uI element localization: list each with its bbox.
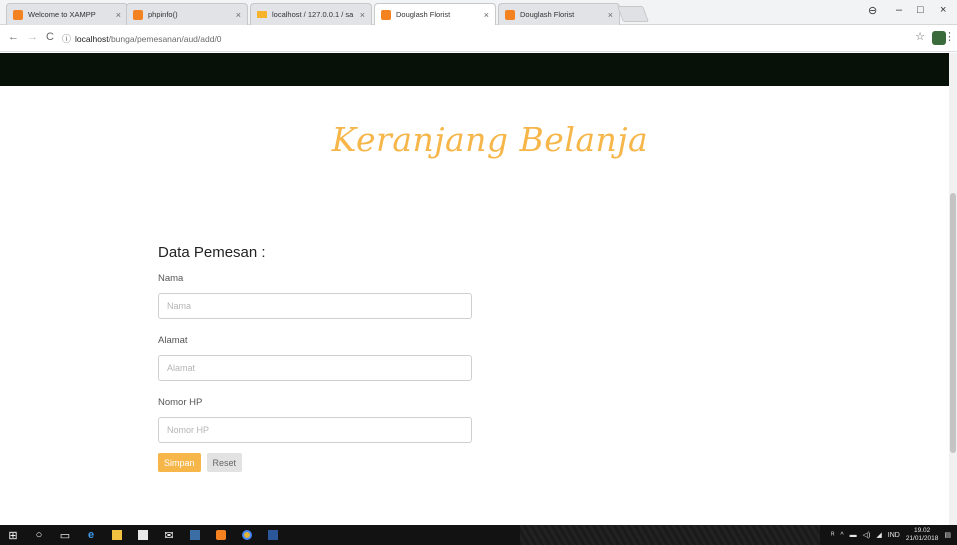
xampp-icon[interactable] (208, 525, 234, 545)
url-host: localhost (75, 33, 109, 44)
tab-title: Douglash Florist (396, 10, 451, 19)
phpmyadmin-favicon-icon (257, 11, 267, 18)
clock-date: 21/01/2018 (905, 535, 939, 542)
people-icon[interactable]: ᴿ (831, 532, 834, 539)
url-path: /bunga/pemesanan/aud/add/0 (108, 33, 222, 44)
mail-icon[interactable]: ✉ (156, 525, 182, 545)
xampp-favicon-icon (505, 9, 515, 20)
form-heading: Data Pemesan : (158, 244, 266, 261)
word-icon[interactable] (260, 525, 286, 545)
notification-icon[interactable]: ▤ (944, 531, 951, 539)
browser-menu-icon[interactable]: ⋮ (944, 30, 955, 43)
clock-time: 19.02 (913, 527, 931, 534)
battery-icon[interactable]: ▬ (850, 532, 857, 539)
file-explorer-icon[interactable] (104, 525, 130, 545)
network-icon[interactable]: ◢ (876, 531, 881, 539)
tab-title: localhost / 127.0.0.1 / sa (272, 10, 354, 19)
simpan-button[interactable]: Simpan (158, 453, 201, 472)
close-icon[interactable]: × (608, 10, 613, 20)
tab-phpmyadmin[interactable]: localhost / 127.0.0.1 / sa × (250, 3, 372, 25)
tab-douglash-florist-active[interactable]: Douglash Florist × (374, 3, 496, 25)
address-bar[interactable]: ⓘ localhost/bunga/pemesanan/aud/add/0 (62, 30, 932, 47)
tray-chevron-up-icon[interactable]: ^ (840, 532, 843, 539)
info-icon[interactable]: ⓘ (62, 32, 71, 45)
forward-icon[interactable]: → (27, 31, 38, 43)
back-icon[interactable]: ← (8, 31, 19, 43)
xampp-favicon-icon (381, 9, 391, 20)
taskbar-wallpaper-pattern (520, 525, 820, 545)
edge-browser-icon[interactable]: e (78, 525, 104, 545)
nama-input[interactable] (158, 293, 472, 319)
page-title: Keranjang Belanja (331, 120, 649, 159)
alamat-label: Alamat (158, 335, 188, 346)
close-icon[interactable]: × (484, 10, 489, 20)
reset-button[interactable]: Reset (206, 453, 243, 472)
search-icon[interactable]: ○ (26, 525, 52, 545)
tab-phpinfo[interactable]: phpinfo() × (126, 3, 248, 25)
xampp-favicon-icon (13, 9, 23, 20)
profile-icon[interactable]: ⊖ (868, 4, 877, 17)
tab-welcome-xampp[interactable]: Welcome to XAMPP × (6, 3, 128, 25)
form-actions: Simpan Reset (158, 453, 478, 472)
reload-icon[interactable]: C (46, 31, 54, 43)
tab-title: phpinfo() (148, 10, 178, 19)
nomor-hp-label: Nomor HP (158, 397, 203, 408)
windows-taskbar: ⊞ ○ ▭ e ✉ ᴿ ^ ▬ ◁) ◢ IND 19.02 21/01/201… (0, 525, 957, 545)
order-form: Data Pemesan : Nama Alamat Nomor HP Simp… (158, 244, 478, 472)
scrollbar-thumb[interactable] (950, 193, 956, 453)
tab-title: Douglash Florist (520, 10, 575, 19)
new-tab-button[interactable] (617, 6, 649, 22)
minimize-icon[interactable]: – (896, 4, 902, 16)
app-icon[interactable] (182, 525, 208, 545)
task-view-icon[interactable]: ▭ (52, 525, 78, 545)
system-tray: ᴿ ^ ▬ ◁) ◢ IND 19.02 21/01/2018 ▤ (831, 525, 957, 545)
nomor-hp-input[interactable] (158, 417, 472, 443)
tab-douglash-florist[interactable]: Douglash Florist × (498, 3, 620, 25)
chrome-icon[interactable] (234, 525, 260, 545)
store-icon[interactable] (130, 525, 156, 545)
language-indicator[interactable]: IND (888, 532, 900, 539)
page-scrollbar[interactable] (949, 53, 957, 525)
close-icon[interactable]: × (236, 10, 241, 20)
browser-toolbar: ← → C ⓘ localhost/bunga/pemesanan/aud/ad… (0, 25, 957, 52)
bookmark-star-icon[interactable]: ☆ (915, 30, 925, 43)
close-icon[interactable]: × (116, 10, 121, 20)
alamat-input[interactable] (158, 355, 472, 381)
volume-icon[interactable]: ◁) (863, 531, 871, 539)
xampp-favicon-icon (133, 9, 143, 20)
site-navbar (0, 53, 957, 86)
nama-label: Nama (158, 273, 184, 284)
browser-tab-strip: Welcome to XAMPP × phpinfo() × localhost… (0, 0, 957, 25)
close-icon[interactable]: × (360, 10, 365, 20)
close-window-icon[interactable]: × (940, 4, 946, 16)
maximize-icon[interactable]: □ (917, 4, 924, 16)
tab-title: Welcome to XAMPP (28, 10, 96, 19)
windows-start-icon[interactable]: ⊞ (0, 525, 26, 545)
clock[interactable]: 19.02 21/01/2018 (906, 527, 939, 543)
